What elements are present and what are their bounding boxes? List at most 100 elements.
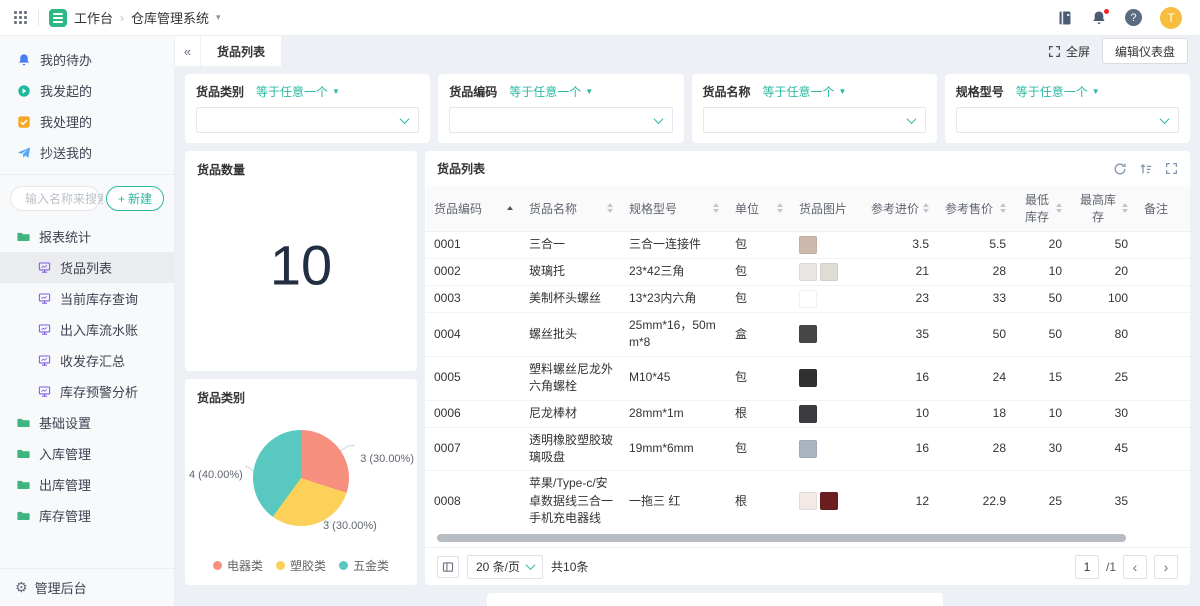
sidebar-item-出库管理[interactable]: 出库管理 — [0, 469, 174, 500]
table-row[interactable]: 0001三合一三合一连接件包3.55.52050 — [426, 232, 1190, 259]
table-row[interactable]: 0005塑料螺丝尼龙外六角螺栓M10*45包16241525 — [426, 356, 1190, 400]
sidebar-item-入库管理[interactable]: 入库管理 — [0, 438, 174, 469]
product-image[interactable] — [799, 492, 817, 510]
cell-unit: 包 — [727, 259, 791, 286]
page-size-select[interactable]: 20 条/页 — [467, 555, 543, 579]
current-page[interactable]: 1 — [1075, 555, 1099, 579]
cell-note — [1136, 313, 1190, 357]
table-row[interactable]: 0003美制杯头螺丝13*23内六角包233350100 — [426, 286, 1190, 313]
sidebar-item-收发存汇总[interactable]: 收发存汇总 — [0, 345, 174, 376]
table-row[interactable]: 0006尼龙棒材28mm*1m根10181030 — [426, 400, 1190, 427]
journal-icon[interactable] — [1057, 10, 1073, 26]
cell-name: 美制杯头螺丝 — [521, 286, 621, 313]
filter-select[interactable] — [196, 107, 419, 133]
product-image[interactable] — [820, 263, 838, 281]
cell-unit: 根 — [727, 400, 791, 427]
avatar[interactable]: T — [1160, 7, 1182, 29]
cell-min-stock: 20 — [1014, 232, 1070, 259]
filter-select[interactable] — [449, 107, 672, 133]
sidebar-item-cc-to-me[interactable]: 抄送我的 — [0, 137, 174, 168]
product-image[interactable] — [820, 492, 838, 510]
tab-goods-list[interactable]: 货品列表 — [201, 36, 281, 66]
apps-grid-icon[interactable] — [14, 11, 28, 24]
cell-name: 尼龙棒材 — [521, 400, 621, 427]
product-image[interactable] — [799, 369, 817, 387]
sidebar-item-库存管理[interactable]: 库存管理 — [0, 500, 174, 531]
column-header-货品编码[interactable]: 货品编码 — [426, 185, 521, 232]
cell-sell-price: 33 — [937, 286, 1014, 313]
product-image[interactable] — [799, 440, 817, 458]
sort-settings-icon[interactable] — [1139, 162, 1153, 176]
filter-condition[interactable]: 等于任意一个▼ — [509, 83, 593, 100]
table-row[interactable]: 0007透明橡胶塑胶玻璃吸盘19mm*6mm包16283045 — [426, 427, 1190, 471]
filter-select[interactable] — [956, 107, 1179, 133]
cell-max-stock: 50 — [1070, 232, 1136, 259]
filter-label: 货品类别 — [196, 83, 244, 100]
next-page-button[interactable]: › — [1154, 555, 1178, 579]
column-header-最高库存[interactable]: 最高库存 — [1070, 185, 1136, 232]
pie-graphic[interactable] — [253, 430, 349, 526]
goods-count-value: 10 — [270, 233, 332, 298]
sidebar-item-报表统计[interactable]: 报表统计 — [0, 221, 174, 252]
expand-table-icon[interactable] — [1165, 162, 1178, 176]
horizontal-scrollbar[interactable] — [437, 534, 1178, 542]
table-row[interactable]: 0002玻璃托23*42三角包21281020 — [426, 259, 1190, 286]
notifications-icon[interactable] — [1091, 10, 1107, 26]
product-image[interactable] — [799, 405, 817, 423]
column-header-货品名称[interactable]: 货品名称 — [521, 185, 621, 232]
breadcrumb-workspace[interactable]: 工作台 — [74, 8, 113, 27]
column-settings-icon[interactable] — [437, 556, 459, 578]
table-row[interactable]: 0004螺丝批头25mm*16，50mm*8盒35505080 — [426, 313, 1190, 357]
collapse-sidebar-button[interactable]: « — [175, 36, 201, 66]
sidebar-search[interactable] — [10, 186, 100, 211]
sidebar-item-my-todo[interactable]: 我的待办 — [0, 44, 174, 75]
fullscreen-button[interactable]: 全屏 — [1048, 43, 1090, 60]
column-header-参考售价[interactable]: 参考售价 — [937, 185, 1014, 232]
column-header-规格型号[interactable]: 规格型号 — [621, 185, 727, 232]
legend-item-五金类[interactable]: 五金类 — [339, 557, 389, 574]
product-image[interactable] — [799, 236, 817, 254]
edit-dashboard-button[interactable]: 编辑仪表盘 — [1102, 38, 1188, 64]
workspace-logo-icon[interactable] — [49, 9, 67, 27]
table-row[interactable]: 0008苹果/Type-c/安卓数据线三合一手机充电器线一拖三 红根1222.9… — [426, 471, 1190, 532]
scrollbar-thumb[interactable] — [437, 534, 1126, 542]
cell-min-stock: 30 — [1014, 427, 1070, 471]
sidebar-item-当前库存查询[interactable]: 当前库存查询 — [0, 283, 174, 314]
prev-page-button[interactable]: ‹ — [1123, 555, 1147, 579]
caret-down-icon: ▼ — [585, 87, 593, 96]
breadcrumb-app-name[interactable]: 仓库管理系统 — [131, 8, 209, 27]
sidebar-item-my-processed[interactable]: 我处理的 — [0, 106, 174, 137]
column-header-最低库存[interactable]: 最低库存 — [1014, 185, 1070, 232]
filter-card-货品名称: 货品名称等于任意一个▼ — [692, 74, 937, 143]
legend-item-电器类[interactable]: 电器类 — [213, 557, 263, 574]
chevron-down-icon[interactable]: ▾ — [216, 12, 221, 23]
sidebar-item-admin[interactable]: ⚙ 管理后台 — [0, 568, 174, 606]
cell-name: 三合一 — [521, 232, 621, 259]
cell-buy-price: 12 — [863, 471, 937, 532]
product-image[interactable] — [799, 263, 817, 281]
column-header-单位[interactable]: 单位 — [727, 185, 791, 232]
filter-condition[interactable]: 等于任意一个▼ — [256, 83, 340, 100]
cell-note — [1136, 471, 1190, 532]
new-button[interactable]: +新建 — [106, 186, 164, 211]
filter-condition[interactable]: 等于任意一个▼ — [763, 83, 847, 100]
sidebar-item-出入库流水账[interactable]: 出入库流水账 — [0, 314, 174, 345]
sidebar-item-基础设置[interactable]: 基础设置 — [0, 407, 174, 438]
product-image[interactable] — [799, 325, 817, 343]
column-header-参考进价[interactable]: 参考进价 — [863, 185, 937, 232]
report-icon — [38, 385, 51, 398]
sidebar-item-库存预警分析[interactable]: 库存预警分析 — [0, 376, 174, 407]
cell-images — [791, 313, 863, 357]
help-icon[interactable]: ? — [1125, 9, 1142, 26]
sidebar-item-my-initiated[interactable]: 我发起的 — [0, 75, 174, 106]
search-input[interactable] — [25, 192, 103, 206]
refresh-icon[interactable] — [1113, 162, 1127, 176]
cell-spec: 28mm*1m — [621, 400, 727, 427]
cell-images — [791, 232, 863, 259]
filter-select[interactable] — [703, 107, 926, 133]
cell-sell-price: 50 — [937, 313, 1014, 357]
sidebar-item-货品列表[interactable]: 货品列表 — [0, 252, 174, 283]
legend-item-塑胶类[interactable]: 塑胶类 — [276, 557, 326, 574]
product-image[interactable] — [799, 290, 817, 308]
filter-condition[interactable]: 等于任意一个▼ — [1016, 83, 1100, 100]
